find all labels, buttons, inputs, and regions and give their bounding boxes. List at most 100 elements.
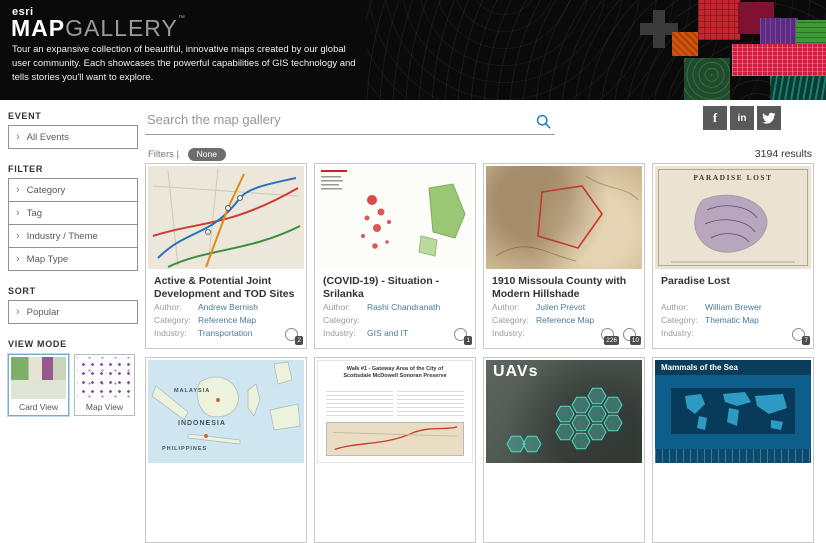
card-author: William Brewer bbox=[705, 302, 762, 312]
maptype-filter-dropdown[interactable]: › Map Type bbox=[8, 247, 138, 271]
card-thumbnail-transit-map bbox=[148, 166, 304, 269]
chevron-right-icon: › bbox=[16, 131, 20, 143]
card-category: Reference Map bbox=[536, 315, 595, 326]
maptype-filter-label: Map Type bbox=[26, 253, 69, 265]
collage-tile-red bbox=[698, 0, 740, 40]
card-thumbnail-scottsdale-doc: Walk #1 - Gateway Area of the City of Sc… bbox=[317, 360, 473, 463]
trademark-mark: ™ bbox=[177, 15, 186, 22]
linkedin-icon: in bbox=[737, 112, 747, 124]
card-view-button[interactable]: Card View bbox=[8, 354, 69, 416]
active-filters-row: Filters | None bbox=[148, 148, 226, 161]
map-card-mammals-of-the-sea[interactable]: Mammals of the Sea bbox=[652, 357, 814, 543]
all-events-label: All Events bbox=[26, 131, 69, 143]
map-card-indonesia[interactable]: MALAYSIA INDONESIA PHILIPPINES bbox=[145, 357, 307, 543]
map-card-paradise-lost[interactable]: PARADISE LOST Paradise Lost Author: Willi… bbox=[652, 163, 814, 349]
view-mode-toggle: Card View Map View bbox=[8, 354, 138, 416]
page-header: esri MAPGALLERY™ Tour an expansive colle… bbox=[0, 0, 826, 100]
collage-tile-orange bbox=[672, 32, 698, 56]
twitter-bird-icon bbox=[762, 112, 776, 124]
view-count-badge[interactable]: 226 bbox=[601, 328, 619, 345]
card-title: (COVID-19) - Situation - Srilanka bbox=[323, 275, 440, 300]
comment-count-badge[interactable]: 10 bbox=[623, 328, 641, 345]
comment-count: 7 bbox=[802, 336, 810, 345]
comment-count: 2 bbox=[295, 336, 303, 345]
thumbnail-label-indonesia: INDONESIA bbox=[178, 420, 226, 427]
map-card-uavs[interactable]: UAVs bbox=[483, 357, 645, 543]
map-view-button[interactable]: Map View bbox=[74, 354, 135, 416]
card-industry: GIS and IT bbox=[367, 328, 409, 339]
comment-count: 1 bbox=[464, 336, 472, 345]
card-meta: Author: Rashi Chandranath Category: Indus… bbox=[323, 302, 441, 339]
tag-filter-label: Tag bbox=[26, 207, 42, 219]
event-section-label: EVENT bbox=[8, 111, 42, 121]
card-title: Active & Potential Joint Development and… bbox=[154, 275, 295, 300]
page-title: MAPGALLERY™ bbox=[11, 15, 186, 42]
map-card-grid: Active & Potential Joint Development and… bbox=[145, 163, 814, 543]
card-meta: Author: Andrew Bernish Category: Reference… bbox=[154, 302, 259, 339]
card-thumbnail-covid-map bbox=[317, 166, 473, 269]
comment-count-badge[interactable]: 2 bbox=[285, 328, 303, 345]
thumbnail-legend-strip bbox=[655, 449, 811, 463]
comment-count: 10 bbox=[629, 336, 641, 345]
map-view-label: Map View bbox=[85, 402, 124, 412]
facebook-icon: f bbox=[712, 110, 718, 125]
search-icon[interactable] bbox=[535, 113, 552, 130]
facebook-button[interactable]: f bbox=[703, 106, 727, 130]
sort-value: Popular bbox=[26, 306, 60, 318]
map-view-thumbnail bbox=[77, 357, 132, 399]
card-title: Paradise Lost bbox=[661, 275, 730, 287]
chevron-right-icon: › bbox=[16, 306, 20, 318]
chevron-right-icon: › bbox=[16, 184, 20, 196]
view-count: 226 bbox=[604, 336, 619, 345]
chevron-right-icon: › bbox=[16, 207, 20, 219]
card-category: Thematic Map bbox=[705, 315, 759, 326]
collage-tile-teal bbox=[770, 76, 826, 100]
collage-tile-darkgreen bbox=[684, 58, 730, 100]
linkedin-button[interactable]: in bbox=[730, 106, 754, 130]
card-industry: Transportation bbox=[198, 328, 253, 339]
map-card-missoula-hillshade[interactable]: 1910 Missoula County with Modern Hillsha… bbox=[483, 163, 645, 349]
chevron-right-icon: › bbox=[16, 230, 20, 242]
map-card-covid-srilanka[interactable]: (COVID-19) - Situation - Srilanka Author… bbox=[314, 163, 476, 349]
filter-section-label: FILTER bbox=[8, 164, 44, 174]
card-author: Andrew Bernish bbox=[198, 302, 259, 312]
industry-filter-dropdown[interactable]: › Industry / Theme bbox=[8, 224, 138, 248]
sort-section-label: SORT bbox=[8, 286, 36, 296]
doc-inset-map bbox=[326, 422, 464, 456]
card-view-label: Card View bbox=[18, 402, 59, 412]
comment-count-badge[interactable]: 7 bbox=[792, 328, 810, 345]
search-bar bbox=[145, 106, 555, 135]
card-thumbnail-hillshade-map bbox=[486, 166, 642, 269]
card-thumbnail-indonesia-map: MALAYSIA INDONESIA PHILIPPINES bbox=[148, 360, 304, 463]
card-author: Rashi Chandranath bbox=[367, 302, 441, 312]
header-description: Tour an expansive collection of beautifu… bbox=[12, 44, 356, 83]
map-card-scottsdale-walk[interactable]: Walk #1 - Gateway Area of the City of Sc… bbox=[314, 357, 476, 543]
filters-none-chip[interactable]: None bbox=[187, 148, 226, 161]
filters-label: Filters | bbox=[148, 149, 179, 160]
title-gallery: GALLERY bbox=[65, 15, 178, 41]
doc-text-column-right bbox=[396, 391, 465, 419]
card-meta: Author: William Brewer Category: Thematic … bbox=[661, 302, 762, 339]
search-input[interactable] bbox=[145, 106, 555, 135]
card-title: 1910 Missoula County with Modern Hillsha… bbox=[492, 275, 627, 300]
tag-filter-dropdown[interactable]: › Tag bbox=[8, 201, 138, 225]
filter-sidebar: EVENT › All Events FILTER › Category › T… bbox=[8, 104, 138, 416]
thumbnail-label-malaysia: MALAYSIA bbox=[174, 388, 211, 394]
card-meta: Author: Julien Prevot Category: Reference … bbox=[492, 302, 595, 339]
sort-dropdown[interactable]: › Popular bbox=[8, 300, 138, 324]
title-map: MAP bbox=[11, 15, 66, 41]
map-card-tod-sites[interactable]: Active & Potential Joint Development and… bbox=[145, 163, 307, 349]
results-count: 3194 results bbox=[754, 148, 812, 160]
thumbnail-label-mammals: Mammals of the Sea bbox=[655, 360, 811, 375]
comment-count-badge[interactable]: 1 bbox=[454, 328, 472, 345]
category-filter-label: Category bbox=[26, 184, 66, 196]
card-category: Reference Map bbox=[198, 315, 257, 326]
world-map-inset bbox=[671, 388, 795, 434]
card-author: Julien Prevot bbox=[536, 302, 586, 312]
twitter-button[interactable] bbox=[757, 106, 781, 130]
social-share-buttons: f in bbox=[703, 106, 781, 130]
all-events-dropdown[interactable]: › All Events bbox=[8, 125, 138, 149]
card-thumbnail-paradise-lost: PARADISE LOST bbox=[655, 166, 811, 269]
category-filter-dropdown[interactable]: › Category bbox=[8, 178, 138, 202]
thumbnail-doc-title: Walk #1 - Gateway Area of the City of Sc… bbox=[343, 366, 447, 380]
